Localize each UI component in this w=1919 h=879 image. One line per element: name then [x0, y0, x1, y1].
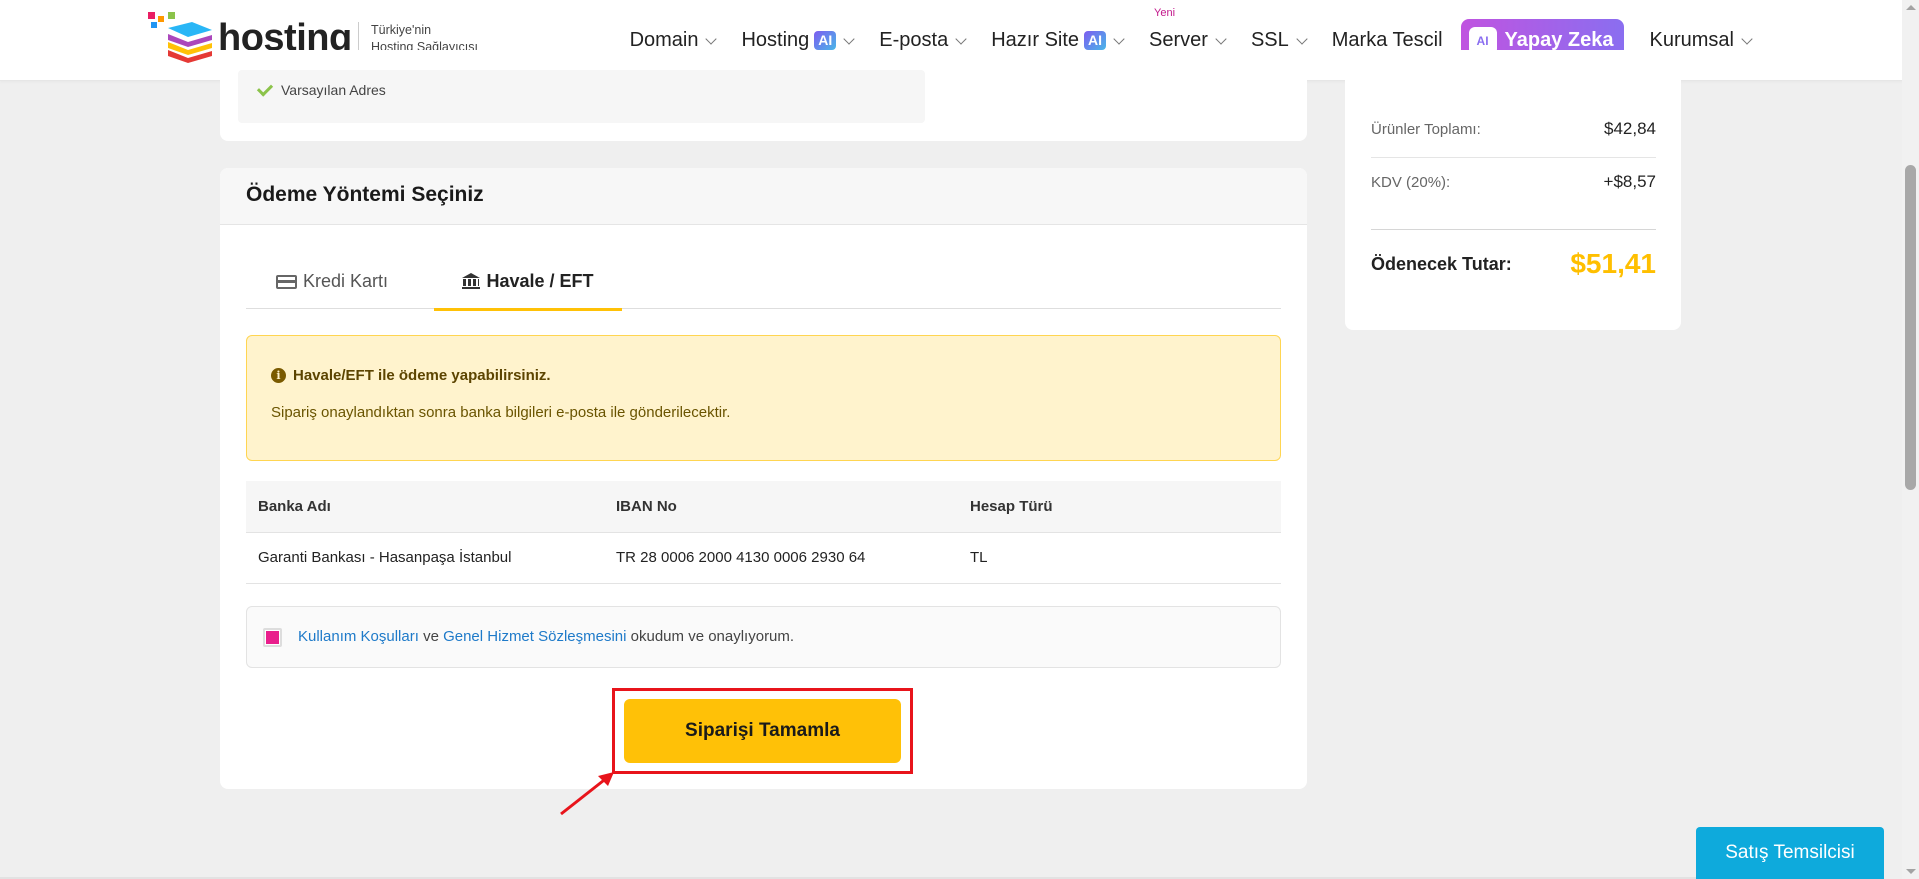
tax-label: KDV (20%): — [1371, 173, 1451, 191]
subtotal-row: Ürünler Toplamı: $42,84 — [1371, 119, 1656, 139]
cell-account-type: TL — [958, 532, 1281, 584]
nav-server-label: Server — [1149, 29, 1208, 51]
info-alert: i Havale/EFT ile ödeme yapabilirsiniz. S… — [246, 335, 1281, 461]
nav-marka-label: Marka Tescil — [1331, 29, 1443, 51]
highlight-box: Siparişi Tamamla — [612, 688, 913, 774]
tagline-line-1: Türkiye'nin — [371, 23, 432, 37]
table-row: Garanti Bankası - Hasanpaşa İstanbul TR … — [246, 532, 1281, 584]
scroll-thumb[interactable] — [1905, 165, 1916, 490]
tab-bank-transfer[interactable]: Havale / EFT — [434, 254, 622, 311]
total-row: Ödenecek Tutar: $51,41 — [1371, 248, 1656, 280]
tax-value: +$8,57 — [1603, 172, 1656, 191]
credit-card-icon — [276, 274, 297, 289]
nav-ssl[interactable]: SSL — [1250, 29, 1308, 52]
payment-card: Ödeme Yöntemi Seçiniz Kredi Kartı Havale… — [220, 168, 1307, 789]
service-agreement-link[interactable]: Genel Hizmet Sözleşmesini — [443, 628, 626, 645]
check-icon — [256, 80, 274, 97]
bank-icon — [462, 273, 481, 289]
nav-eposta-label: E-posta — [879, 29, 949, 51]
terms-checkbox[interactable] — [263, 628, 282, 647]
nav-domain[interactable]: Domain — [629, 29, 718, 52]
new-badge: Yeni — [1154, 7, 1176, 19]
ai-badge: AI — [1084, 31, 1107, 50]
address-card: Varsayılan Adres — [220, 50, 1307, 141]
terms-text: Kullanım Koşulları ve Genel Hizmet Sözle… — [298, 628, 794, 645]
nav-marka-tescil[interactable]: Marka Tescil — [1332, 29, 1443, 52]
tab-bank-transfer-label: Havale / EFT — [486, 270, 594, 291]
page-scrollbar[interactable] — [1902, 0, 1919, 879]
nav-hosting-label: Hosting — [741, 29, 810, 51]
terms-of-use-link[interactable]: Kullanım Koşulları — [298, 628, 419, 645]
header-iban: IBAN No — [604, 481, 958, 533]
order-summary-card: Ürünler Toplamı: $42,84 KDV (20%): +$8,5… — [1345, 50, 1681, 330]
info-icon: i — [271, 368, 286, 383]
tab-credit-card-label: Kredi Kartı — [303, 271, 389, 291]
chevron-down-icon — [1296, 32, 1308, 45]
payment-title: Ödeme Yöntemi Seçiniz — [220, 168, 1307, 225]
tax-row: KDV (20%): +$8,57 — [1371, 172, 1656, 192]
ai-badge: AI — [814, 31, 837, 50]
terms-and: ve — [423, 628, 439, 645]
nav-ssl-label: SSL — [1250, 29, 1289, 51]
header-bank: Banka Adı — [246, 481, 604, 533]
subtotal-value: $42,84 — [1604, 119, 1656, 138]
scroll-up-icon[interactable] — [1906, 5, 1916, 10]
nav-hazir-site[interactable]: Hazır Site AI — [991, 29, 1125, 52]
chevron-down-icon — [705, 32, 718, 45]
chevron-down-icon — [843, 32, 855, 45]
table-header-row: Banka Adı IBAN No Hesap Türü — [246, 481, 1281, 533]
chevron-down-icon — [1741, 32, 1753, 45]
logo-icon — [148, 12, 218, 64]
payment-tabs: Kredi Kartı Havale / EFT — [246, 254, 1281, 311]
scroll-down-icon[interactable] — [1906, 869, 1916, 874]
divider — [1371, 157, 1656, 158]
bank-table: Banka Adı IBAN No Hesap Türü Garanti Ban… — [246, 481, 1281, 584]
chevron-down-icon — [1215, 32, 1227, 45]
address-box: Varsayılan Adres — [238, 70, 925, 123]
default-address-label: Varsayılan Adres — [281, 82, 386, 98]
nav-kurumsal-label: Kurumsal — [1649, 29, 1734, 51]
tab-credit-card[interactable]: Kredi Kartı — [276, 254, 388, 309]
complete-order-button[interactable]: Siparişi Tamamla — [624, 699, 901, 763]
yapay-zeka-label: Yapay Zeka — [1504, 29, 1614, 51]
chevron-down-icon — [1113, 32, 1125, 45]
nav-eposta[interactable]: E-posta — [879, 29, 967, 52]
nav-server[interactable]: Yeni Server — [1149, 7, 1227, 52]
nav-domain-label: Domain — [629, 29, 699, 51]
alert-text: Sipariş onaylandıktan sonra banka bilgil… — [271, 404, 731, 421]
total-label: Ödenecek Tutar: — [1371, 253, 1512, 274]
sales-rep-button[interactable]: Satış Temsilcisi — [1696, 827, 1884, 879]
cell-iban: TR 28 0006 2000 4130 0006 2930 64 — [604, 532, 958, 584]
header-account-type: Hesap Türü — [958, 481, 1281, 533]
nav-hosting[interactable]: Hosting AI — [741, 29, 855, 52]
alert-title: Havale/EFT ile ödeme yapabilirsiniz. — [293, 367, 551, 384]
subtotal-label: Ürünler Toplamı: — [1371, 120, 1481, 138]
annotation-arrow-icon — [560, 772, 614, 816]
total-value: $51,41 — [1570, 248, 1656, 279]
nav-kurumsal[interactable]: Kurumsal — [1649, 29, 1753, 52]
cell-bank: Garanti Bankası - Hasanpaşa İstanbul — [246, 532, 604, 584]
divider — [1371, 229, 1656, 230]
chevron-down-icon — [955, 32, 967, 45]
nav-hazir-site-label: Hazır Site — [991, 29, 1080, 51]
terms-suffix: okudum ve onaylıyorum. — [630, 628, 795, 645]
terms-box: Kullanım Koşulları ve Genel Hizmet Sözle… — [246, 606, 1281, 668]
